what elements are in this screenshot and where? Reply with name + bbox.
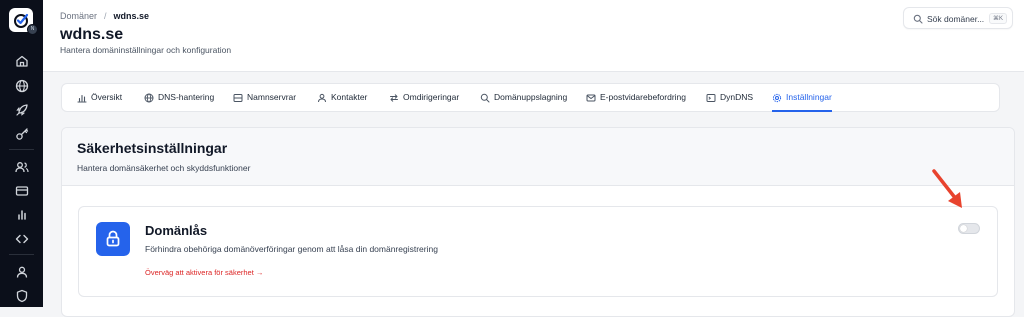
tab-installningar[interactable]: Inställningar <box>772 84 832 112</box>
tab-kontakter[interactable]: Kontakter <box>317 84 367 112</box>
lock-icon-box <box>96 222 130 256</box>
tab-omdirigeringar[interactable]: Omdirigeringar <box>389 84 459 112</box>
panel-subtitle: Hantera domänsäkerhet och skyddsfunktion… <box>77 163 251 173</box>
breadcrumb-current: wdns.se <box>113 11 150 21</box>
key-icon[interactable] <box>14 126 30 142</box>
page-title: wdns.se <box>60 26 124 43</box>
globe-icon[interactable] <box>14 78 30 94</box>
bar-chart-icon[interactable] <box>14 207 30 223</box>
tab-oversikt[interactable]: Översikt <box>77 84 122 112</box>
home-icon[interactable] <box>14 53 30 69</box>
tab-e-postvidarebefordring[interactable]: E-postvidarebefordring <box>586 84 686 112</box>
domain-lock-toggle[interactable] <box>958 223 980 234</box>
shield-icon[interactable] <box>14 288 30 304</box>
tab-dns-hantering[interactable]: DNS-hantering <box>144 84 214 112</box>
domain-lock-warning-link[interactable]: Överväg att aktivera för säkerhet → <box>145 268 263 277</box>
credit-card-icon[interactable] <box>14 183 30 199</box>
search-shortcut-badge: ⌘K <box>988 13 1007 24</box>
logo-badge: N <box>27 24 38 35</box>
redirect-icon <box>390 94 398 102</box>
search-icon <box>913 14 923 24</box>
users-icon[interactable] <box>14 159 30 175</box>
domain-lock-card: Domänlås Förhindra obehöriga domänöverfö… <box>78 206 998 297</box>
user-icon <box>318 93 326 103</box>
sidebar-divider <box>9 254 34 255</box>
security-settings-panel: Säkerhetsinställningar Hantera domänsäke… <box>61 127 1015 317</box>
lock-icon <box>106 230 120 247</box>
sidebar: N <box>0 0 43 307</box>
search-placeholder: Sök domäner... <box>927 14 985 24</box>
tab-domanuppslagning[interactable]: Domänuppslagning <box>480 84 567 112</box>
domain-tabs: Översikt DNS-hantering Namnservrar Konta… <box>61 83 1000 112</box>
page-subtitle: Hantera domäninställningar och konfigura… <box>60 45 232 55</box>
chart-icon <box>77 94 87 103</box>
panel-header: Säkerhetsinställningar Hantera domänsäke… <box>62 128 1014 186</box>
search-icon <box>480 93 490 103</box>
terminal-icon <box>706 94 716 102</box>
server-icon <box>233 94 243 102</box>
sidebar-divider <box>9 149 34 150</box>
code-icon[interactable] <box>14 231 30 247</box>
mail-icon <box>586 94 596 102</box>
search-domains-input[interactable]: Sök domäner... ⌘K <box>903 7 1013 29</box>
domain-lock-title: Domänlås <box>145 223 208 238</box>
domain-lock-description: Förhindra obehöriga domänöverföringar ge… <box>145 244 438 254</box>
breadcrumb-separator: / <box>104 11 107 21</box>
panel-title: Säkerhetsinställningar <box>77 140 228 156</box>
rocket-icon[interactable] <box>14 102 30 118</box>
globe-icon <box>144 93 154 103</box>
tab-namnservrar[interactable]: Namnservrar <box>233 84 296 112</box>
tab-dyndns[interactable]: DynDNS <box>706 84 753 112</box>
gear-icon <box>772 93 782 103</box>
breadcrumb: Domäner / wdns.se <box>60 11 149 21</box>
annotation-arrow-icon <box>932 169 962 208</box>
user-icon[interactable] <box>14 264 30 280</box>
page-header: Domäner / wdns.se wdns.se Hantera domänins… <box>43 0 1024 72</box>
breadcrumb-link-domains[interactable]: Domäner <box>60 11 97 21</box>
toggle-knob <box>960 225 967 232</box>
